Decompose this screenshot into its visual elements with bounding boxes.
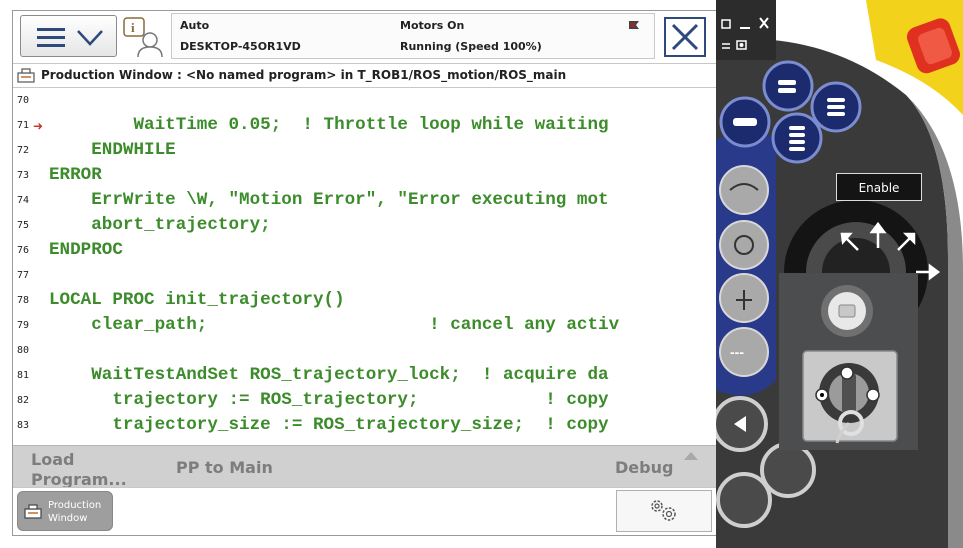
code-line[interactable]: 73 ERROR [13,163,716,188]
enable-button[interactable]: Enable [836,173,922,201]
code-line[interactable]: 79 clear_path; ! cancel any activ [13,313,716,338]
line-number: 71 [17,120,30,131]
svg-text:---: --- [730,344,744,360]
code-line[interactable]: 78 LOCAL PROC init_trajectory() [13,288,716,313]
svg-text:i: i [131,20,135,35]
window-controls [716,0,776,60]
code-editor[interactable]: 70 71 ➜ WaitTime 0.05; ! Throttle loop wh… [13,88,716,444]
controller-name: DESKTOP-45OR1VD [180,40,301,53]
top-bar: i Auto DESKTOP-45OR1VD Motors On Running… [13,11,716,64]
code-line[interactable]: 83 trajectory_size := ROS_trajectory_siz… [13,413,716,438]
code-text: ENDPROC [49,240,123,260]
code-line[interactable]: 81 WaitTestAndSet ROS_trajectory_lock; !… [13,363,716,388]
flexpendant-screen: i Auto DESKTOP-45OR1VD Motors On Running… [12,10,717,536]
code-line[interactable]: 77 [13,263,716,288]
taskbar: Production Window [13,487,716,535]
code-line[interactable]: 72 ENDWHILE [13,138,716,163]
production-window-icon [24,504,42,519]
code-text: WaitTestAndSet ROS_trajectory_lock; ! ac… [49,365,609,385]
warning-flag-icon [629,21,639,29]
production-window-icon [17,68,35,83]
code-line[interactable]: 82 trajectory := ROS_trajectory; ! copy [13,388,716,413]
command-bar: Load Program... PP to Main Debug [13,445,716,490]
line-number: 74 [17,195,30,206]
pp-to-main-button[interactable]: PP to Main [176,458,273,477]
line-number: 72 [17,145,30,156]
production-window-label-2: Window [48,513,88,524]
line-number: 77 [17,270,30,281]
line-number: 83 [17,420,30,431]
code-text: clear_path; ! cancel any activ [49,315,620,335]
code-text: trajectory_size := ROS_trajectory_size; … [49,415,609,435]
status-bar[interactable]: Auto DESKTOP-45OR1VD Motors On Running (… [171,13,655,59]
window-title: Production Window : <No named program> i… [41,68,567,82]
close-button[interactable] [664,17,706,57]
line-number: 73 [17,170,30,181]
run-state: Running (Speed 100%) [400,40,542,53]
quickset-button[interactable] [616,490,712,532]
motors-state: Motors On [400,19,465,32]
restore-icon [721,19,731,29]
line-number: 81 [17,370,30,381]
code-line[interactable]: 71 ➜ WaitTime 0.05; ! Throttle loop while… [13,113,716,138]
abb-menu-button[interactable] [20,15,117,57]
line-number: 75 [17,220,30,231]
program-pointer-icon: ➜ [33,119,44,133]
line-number: 70 [17,95,30,106]
code-line[interactable]: 75 abort_trajectory; [13,213,716,238]
gears-icon [651,500,676,521]
expand-up-icon[interactable] [684,452,698,460]
operator-info-icon[interactable]: i [122,16,167,58]
code-text: trajectory := ROS_trajectory; ! copy [49,390,609,410]
line-number: 76 [17,245,30,256]
chevron-down-icon [77,30,103,46]
production-window-task[interactable]: Production Window [17,491,113,531]
line-number: 82 [17,395,30,406]
code-line[interactable]: 70 [13,88,716,113]
code-line[interactable]: 74 ErrWrite \W, "Motion Error", "Error e… [13,188,716,213]
line-number: 80 [17,345,30,356]
window-title-bar: Production Window : <No named program> i… [13,64,716,88]
debug-button[interactable]: Debug [615,458,673,477]
hamburger-icon [37,28,65,47]
operating-mode: Auto [180,19,210,32]
code-text: LOCAL PROC init_trajectory() [49,290,345,310]
load-program-label: Load [31,450,75,469]
code-line[interactable]: 80 [13,338,716,363]
close-icon [671,23,699,51]
code-text: abort_trajectory; [49,215,271,235]
line-number: 78 [17,295,30,306]
code-text: ERROR [49,165,102,185]
load-program-button[interactable]: Load Program... [31,450,141,490]
code-text: ErrWrite \W, "Motion Error", "Error exec… [49,190,609,210]
code-text: ENDWHILE [49,140,176,160]
mode-key-panel [779,273,918,450]
production-window-label: Production [48,500,102,511]
line-number: 79 [17,320,30,331]
code-line[interactable]: 76 ENDPROC [13,238,716,263]
code-text: WaitTime 0.05; ! Throttle loop while wai… [49,115,609,135]
